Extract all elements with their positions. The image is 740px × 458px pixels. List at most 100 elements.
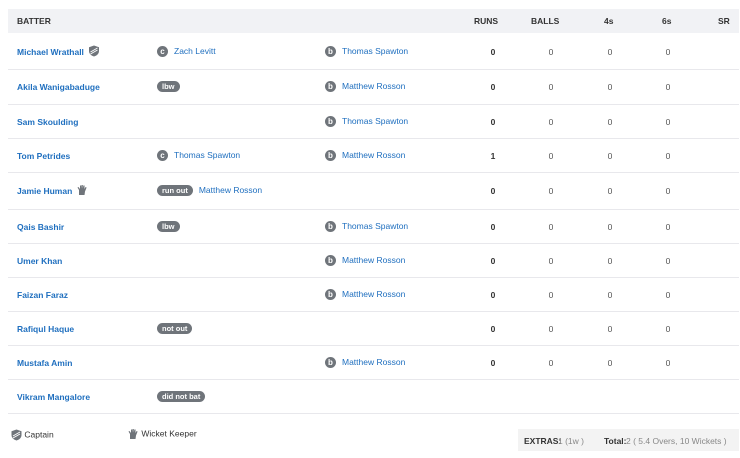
table-row: Akila Wanigabaduge lbw b Matthew Rosson 0 0 0 0 (8, 70, 739, 105)
fours-value: 0 (607, 82, 613, 92)
batter-name-link[interactable]: Akila Wanigabaduge (17, 82, 100, 92)
bowler-cell: b Thomas Spawton (325, 46, 408, 58)
table-row: Qais Bashir lbw b Thomas Spawton 0 0 0 0 (8, 210, 739, 244)
keeper-legend-label: Wicket Keeper (141, 428, 197, 439)
batter-cell: Mustafa Amin (17, 358, 72, 368)
col-sixes: 6s (662, 16, 672, 26)
balls-value: 0 (548, 151, 554, 161)
table-row: Sam Skoulding b Thomas Spawton 0 0 0 0 (8, 105, 739, 139)
bowled-icon: b (325, 150, 336, 162)
bowled-icon: b (325, 116, 336, 128)
batter-name-link[interactable]: Mustafa Amin (17, 358, 72, 368)
shield-icon (88, 45, 99, 57)
batter-cell: Tom Petrides (17, 151, 70, 161)
scorecard-footer: Captain Wicket Keeper EXTRAS: 1 (1w ) To… (0, 413, 740, 458)
balls-value: 0 (548, 186, 554, 196)
total-label: Total: (604, 436, 627, 446)
bowler-link[interactable]: Thomas Spawton (342, 46, 408, 56)
fours-value: 0 (607, 324, 613, 334)
extras-total-box: EXTRAS: 1 (1w ) Total: 2 ( 5.4 Overs, 10… (518, 429, 739, 451)
dismissal-cell: c Thomas Spawton (157, 150, 240, 162)
balls-value: 0 (548, 47, 554, 57)
fielder-link[interactable]: Matthew Rosson (199, 185, 262, 195)
col-fours: 4s (604, 16, 614, 26)
dismissal-badge: lbw (157, 221, 180, 232)
bowler-cell: b Matthew Rosson (325, 357, 405, 369)
batter-name-link[interactable]: Qais Bashir (17, 222, 64, 232)
table-header: BATTER RUNS BALLS 4s 6s SR (8, 9, 739, 33)
sixes-value: 0 (665, 151, 671, 161)
batter-name-link[interactable]: Jamie Human (17, 186, 72, 196)
bowler-cell: b Matthew Rosson (325, 289, 405, 301)
fours-value: 0 (607, 290, 613, 300)
bowler-link[interactable]: Thomas Spawton (342, 221, 408, 231)
bowler-link[interactable]: Matthew Rosson (342, 150, 405, 160)
batter-cell: Faizan Faraz (17, 290, 68, 300)
sixes-value: 0 (665, 358, 671, 368)
batter-name-link[interactable]: Umer Khan (17, 256, 62, 266)
fours-value: 0 (607, 47, 613, 57)
shield-icon (11, 429, 22, 441)
bowler-link[interactable]: Matthew Rosson (342, 255, 405, 265)
bowler-cell: b Thomas Spawton (325, 116, 408, 128)
dismissal-cell: did not bat (157, 391, 206, 402)
dismissal-badge: did not bat (157, 391, 206, 402)
bowler-link[interactable]: Matthew Rosson (342, 289, 405, 299)
bowler-cell: b Matthew Rosson (325, 255, 405, 267)
bowler-link[interactable]: Matthew Rosson (342, 357, 405, 367)
extras-value: 1 (1w ) (558, 436, 584, 446)
bowled-icon: b (325, 255, 336, 267)
runs-value: 1 (490, 151, 496, 161)
table-row: Michael Wrathall c Zach Levitt b Thomas Spaw… (8, 34, 739, 70)
fours-value: 0 (607, 256, 613, 266)
batter-cell: Qais Bashir (17, 222, 64, 232)
fours-value: 0 (607, 151, 613, 161)
runs-value: 0 (490, 324, 496, 334)
batter-name-link[interactable]: Tom Petrides (17, 151, 70, 161)
captain-legend-label: Captain (24, 429, 54, 440)
balls-value: 0 (548, 358, 554, 368)
table-row: Vikram Mangalore did not bat (8, 380, 739, 414)
batter-name-link[interactable]: Sam Skoulding (17, 117, 78, 127)
batter-name-link[interactable]: Vikram Mangalore (17, 392, 90, 402)
runs-value: 0 (490, 186, 496, 196)
balls-value: 0 (548, 290, 554, 300)
table-row: Mustafa Amin b Matthew Rosson 0 0 0 0 (8, 346, 739, 380)
glove-icon (77, 184, 87, 195)
batter-name-link[interactable]: Faizan Faraz (17, 290, 68, 300)
batter-cell: Umer Khan (17, 256, 62, 266)
table-row: Jamie Human run out Matthew Rosson 0 0 0 0 (8, 173, 739, 210)
bowled-icon: b (325, 357, 336, 369)
bowler-cell: b Matthew Rosson (325, 81, 405, 93)
runs-value: 0 (490, 290, 496, 300)
sixes-value: 0 (665, 82, 671, 92)
batter-cell: Michael Wrathall (17, 45, 100, 57)
balls-value: 0 (548, 324, 554, 334)
fielder-link[interactable]: Thomas Spawton (174, 150, 240, 160)
fours-value: 0 (607, 358, 613, 368)
total-value: 2 ( 5.4 Overs, 10 Wickets ) (626, 436, 727, 446)
batting-scorecard: BATTER RUNS BALLS 4s 6s SR Michael Wrath… (8, 9, 739, 414)
caught-icon: c (157, 150, 168, 162)
col-sr: SR (718, 16, 730, 26)
fielder-link[interactable]: Zach Levitt (174, 46, 216, 56)
batter-cell: Akila Wanigabaduge (17, 82, 100, 92)
bowler-link[interactable]: Matthew Rosson (342, 81, 405, 91)
sixes-value: 0 (665, 222, 671, 232)
dismissal-cell: lbw (157, 81, 180, 92)
bowler-link[interactable]: Thomas Spawton (342, 116, 408, 126)
batter-cell: Jamie Human (17, 184, 88, 196)
table-row: Tom Petrides c Thomas Spawton b Matthew Ross… (8, 139, 739, 173)
batter-name-link[interactable]: Rafiqul Haque (17, 324, 74, 334)
dismissal-cell: run out Matthew Rosson (157, 185, 262, 196)
bowled-icon: b (325, 46, 336, 58)
batter-name-link[interactable]: Michael Wrathall (17, 47, 84, 57)
captain-legend: Captain (11, 429, 54, 441)
table-row: Umer Khan b Matthew Rosson 0 0 0 0 (8, 244, 739, 278)
batter-cell: Vikram Mangalore (17, 392, 90, 402)
runs-value: 0 (490, 82, 496, 92)
runs-value: 0 (490, 358, 496, 368)
sixes-value: 0 (665, 47, 671, 57)
bowler-cell: b Matthew Rosson (325, 150, 405, 162)
bowler-cell: b Thomas Spawton (325, 221, 408, 233)
